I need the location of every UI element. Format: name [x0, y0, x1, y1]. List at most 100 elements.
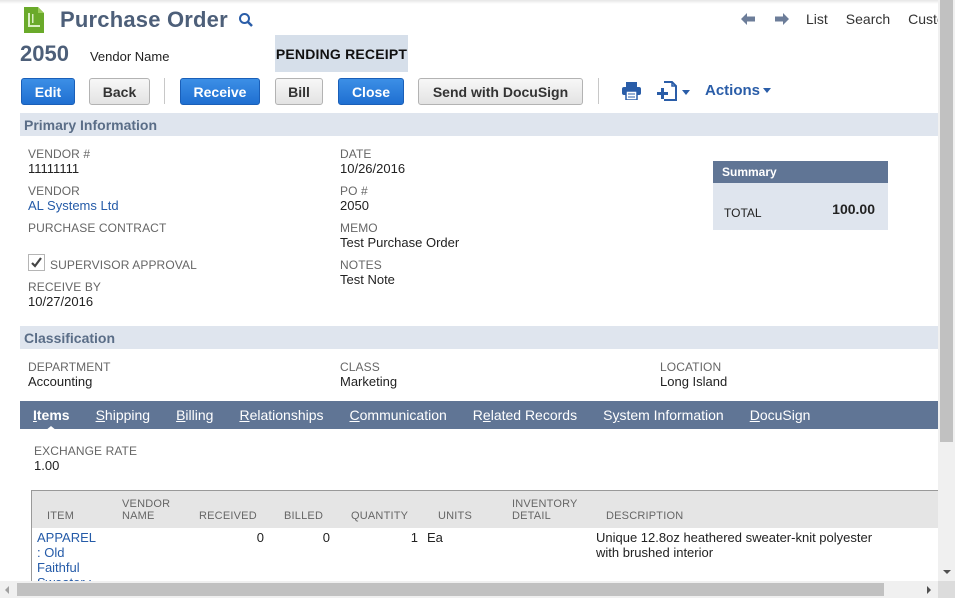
- next-arrow-icon[interactable]: [773, 12, 790, 26]
- column-header-vendor-name[interactable]: VENDOR NAME: [122, 498, 170, 522]
- column-header-units[interactable]: UNITS: [438, 510, 472, 522]
- primary-information-header[interactable]: Primary Information: [20, 113, 938, 136]
- tab-relationships[interactable]: Relationships: [239, 407, 323, 423]
- received-cell: 0: [256, 530, 264, 545]
- vertical-scrollbar-thumb[interactable]: [940, 0, 953, 442]
- description-line: with brushed interior: [596, 545, 714, 560]
- scroll-left-arrow-icon[interactable]: [5, 586, 9, 594]
- new-document-dropdown-icon[interactable]: [657, 81, 691, 104]
- close-button[interactable]: Close: [338, 78, 404, 105]
- scroll-right-arrow-icon[interactable]: [927, 586, 931, 594]
- location-field: LOCATION Long Island: [660, 360, 727, 389]
- field-value: 10/27/2016: [28, 294, 94, 309]
- summary-box: Summary TOTAL 100.00: [713, 161, 888, 230]
- tab-system-information[interactable]: System Information: [603, 407, 724, 423]
- header-line: DETAIL: [512, 510, 551, 522]
- total-label: TOTAL: [724, 206, 762, 220]
- vertical-scrollbar[interactable]: [938, 0, 955, 581]
- item-line: : Old: [37, 545, 65, 560]
- top-shadow: [0, 0, 938, 4]
- tab-communication[interactable]: Communication: [350, 407, 447, 423]
- item-line: APPAREL: [37, 530, 97, 545]
- scrollbar-corner: [938, 581, 955, 598]
- field-label: NOTES: [340, 258, 382, 272]
- summary-title: Summary: [713, 161, 888, 183]
- department-field: DEPARTMENT Accounting: [28, 360, 111, 389]
- exchange-rate-field: EXCHANGE RATE 1.00: [34, 444, 137, 473]
- receive-button[interactable]: Receive: [180, 78, 260, 105]
- total-value: 100.00: [832, 201, 875, 217]
- classification-header[interactable]: Classification: [20, 326, 938, 349]
- class-field: CLASS Marketing: [340, 360, 397, 389]
- header-line: INVENTORY: [512, 498, 578, 510]
- field-label: MEMO: [340, 221, 378, 235]
- item-link[interactable]: APPAREL : Old Faithful Sweater :: [37, 530, 96, 581]
- back-button[interactable]: Back: [89, 78, 150, 105]
- table-body: APPAREL : Old Faithful Sweater : 0 0 1 E…: [32, 528, 938, 581]
- previous-arrow-icon[interactable]: [740, 12, 757, 26]
- actions-menu[interactable]: Actions: [705, 82, 772, 99]
- column-header-description[interactable]: DESCRIPTION: [606, 510, 683, 522]
- column-header-quantity[interactable]: QUANTITY: [351, 510, 408, 522]
- purchase-order-icon: [24, 7, 44, 33]
- tab-related-records[interactable]: Related Records: [473, 407, 577, 423]
- page-title: Purchase Order: [60, 7, 228, 32]
- field-label: LOCATION: [660, 360, 722, 374]
- date-field: DATE 10/26/2016: [340, 147, 405, 176]
- field-value: Test Purchase Order: [340, 235, 460, 250]
- field-value: 2050: [340, 198, 369, 213]
- vendor-number-field: VENDOR # 11111111: [28, 147, 90, 176]
- bill-button[interactable]: Bill: [275, 78, 323, 105]
- vendor-field: VENDOR AL Systems Ltd: [28, 184, 119, 213]
- list-link[interactable]: List: [806, 11, 828, 27]
- column-header-billed[interactable]: BILLED: [284, 510, 323, 522]
- column-header-inventory-detail[interactable]: INVENTORY DETAIL: [512, 498, 578, 522]
- toolbar-divider: [598, 78, 599, 104]
- quantity-cell: 1: [410, 530, 418, 545]
- header-line: NAME: [122, 510, 155, 522]
- field-label: SUPERVISOR APPROVAL: [50, 258, 197, 272]
- record-number: 2050: [20, 41, 69, 66]
- scroll-down-arrow-icon[interactable]: [943, 570, 951, 574]
- item-line: Faithful: [37, 560, 80, 575]
- notes-field: NOTES Test Note: [340, 258, 395, 287]
- field-label: RECEIVE BY: [28, 280, 102, 294]
- field-label: DEPARTMENT: [28, 360, 111, 374]
- field-label: DATE: [340, 147, 372, 161]
- horizontal-scrollbar[interactable]: [0, 581, 938, 598]
- supervisor-approval-checkbox[interactable]: [28, 253, 45, 271]
- subtab-bar: Items Shipping Billing Relationships Com…: [20, 401, 938, 431]
- horizontal-scrollbar-thumb[interactable]: [17, 583, 884, 596]
- items-table: ITEM VENDOR NAME RECEIVED BILLED QUANTIT…: [31, 490, 938, 581]
- tab-shipping[interactable]: Shipping: [96, 407, 151, 423]
- tab-billing[interactable]: Billing: [176, 407, 213, 423]
- tab-items[interactable]: Items: [33, 407, 70, 431]
- field-value: Accounting: [28, 374, 93, 389]
- po-number-field: PO # 2050: [340, 184, 369, 213]
- customize-link[interactable]: Custo: [908, 11, 938, 27]
- column-header-received[interactable]: RECEIVED: [199, 510, 257, 522]
- purchase-contract-field: PURCHASE CONTRACT: [28, 221, 166, 235]
- field-value: Long Island: [660, 374, 728, 389]
- billed-cell: 0: [322, 530, 330, 545]
- search-link[interactable]: Search: [846, 11, 890, 27]
- receive-by-field: RECEIVE BY 10/27/2016: [28, 280, 101, 309]
- field-value: 10/26/2016: [340, 161, 406, 176]
- field-value: Test Note: [340, 272, 395, 287]
- print-icon[interactable]: [622, 82, 641, 103]
- field-label: CLASS: [340, 360, 380, 374]
- column-header-item[interactable]: ITEM: [47, 510, 74, 522]
- field-label: EXCHANGE RATE: [34, 444, 138, 458]
- vendor-name-label: Vendor Name: [89, 48, 170, 64]
- send-with-docusign-button[interactable]: Send with DocuSign: [418, 78, 583, 105]
- supervisor-approval-field: SUPERVISOR APPROVAL: [28, 252, 197, 272]
- field-value: Marketing: [340, 374, 398, 389]
- search-icon[interactable]: [238, 12, 254, 28]
- field-label: PURCHASE CONTRACT: [28, 221, 167, 235]
- toolbar-divider: [164, 78, 165, 104]
- record-navigation: List Search Custo: [740, 11, 938, 27]
- vendor-link[interactable]: AL Systems Ltd: [28, 198, 119, 213]
- tab-docusign[interactable]: DocuSign: [750, 407, 811, 423]
- edit-button[interactable]: Edit: [21, 78, 75, 105]
- field-value: 11111111: [28, 161, 80, 176]
